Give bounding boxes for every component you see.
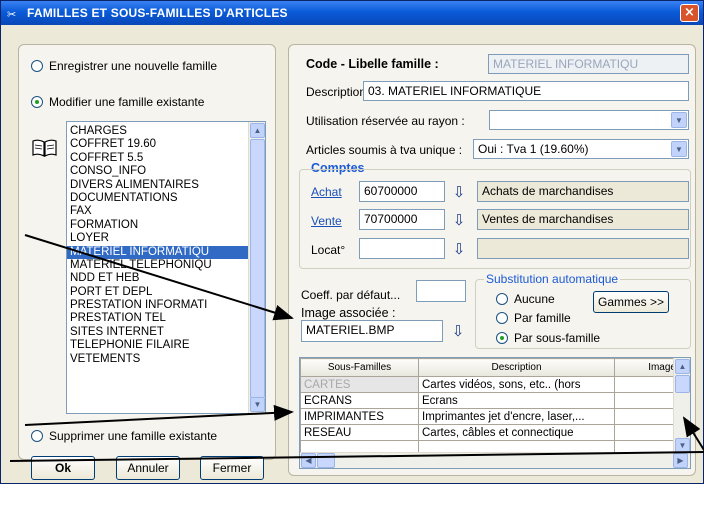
annotation-arrows (9, 234, 704, 462)
